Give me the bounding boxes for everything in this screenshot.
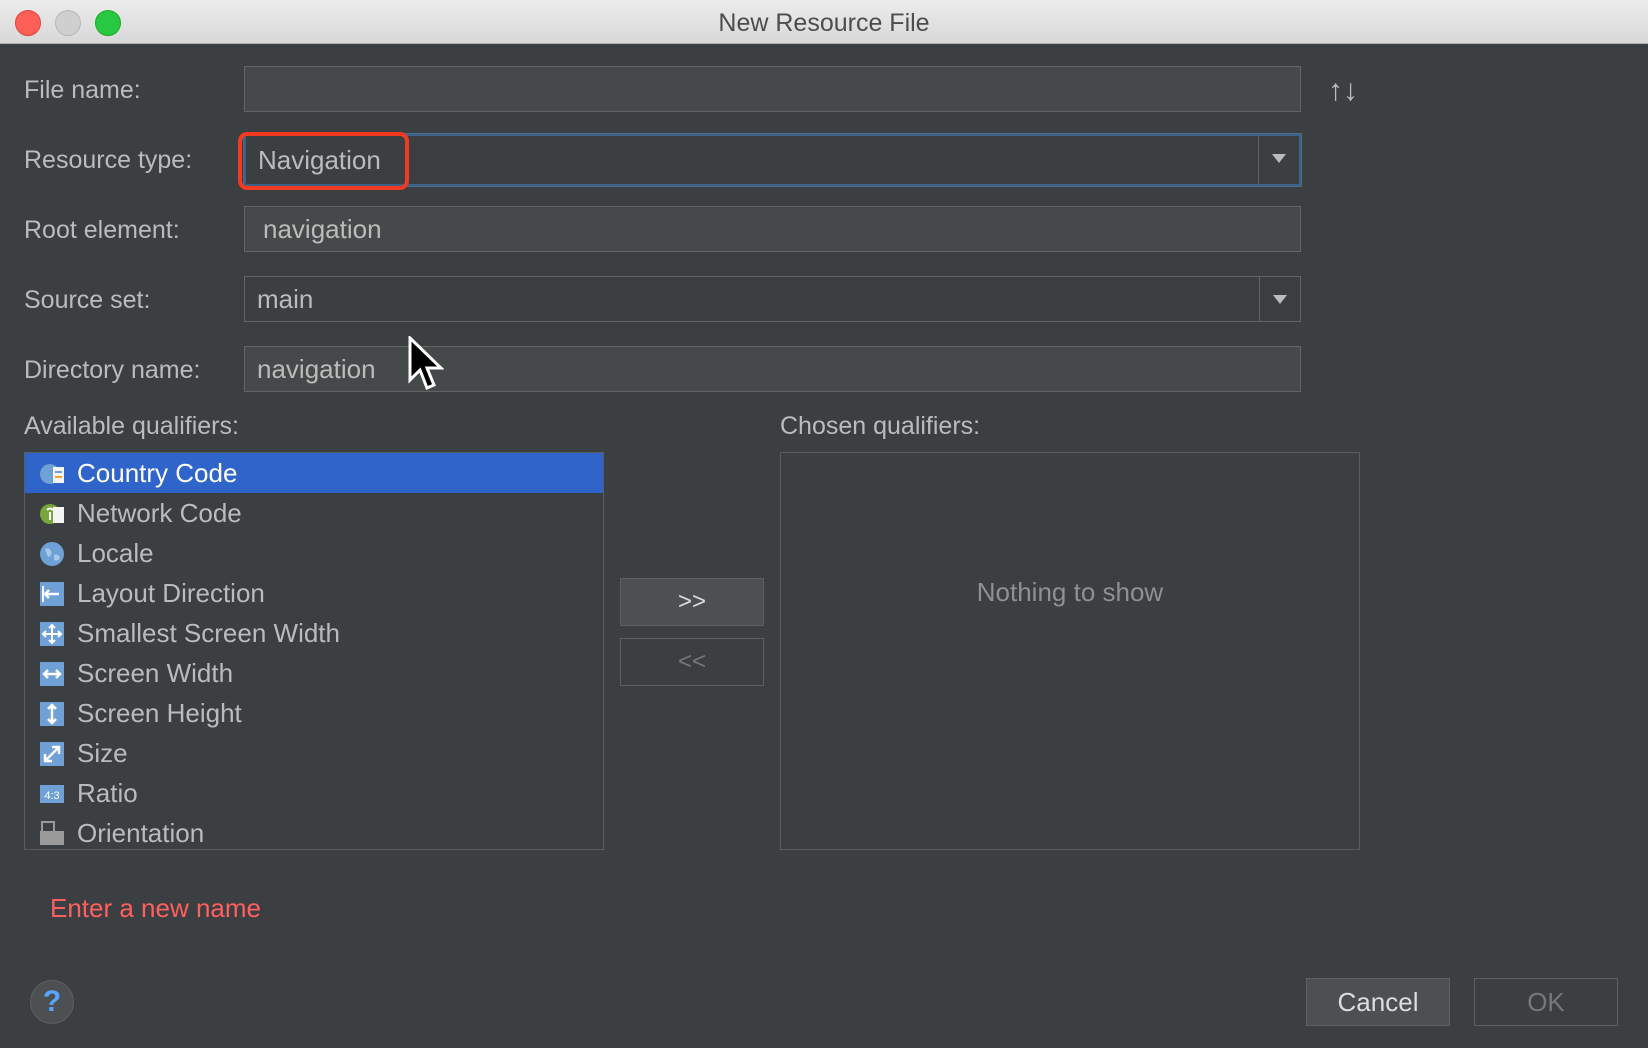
list-item-label: Size xyxy=(77,738,128,768)
list-item-label: Locale xyxy=(77,538,154,568)
list-item-label: Screen Width xyxy=(77,658,234,688)
list-item-layout-direction[interactable]: Layout Direction xyxy=(25,573,603,613)
source-set-value: main xyxy=(257,284,314,314)
country-code-icon xyxy=(40,464,64,484)
list-item-locale[interactable]: Locale xyxy=(25,533,603,573)
chosen-qualifiers-label: Chosen qualifiers: xyxy=(780,412,981,440)
svg-text:4:3: 4:3 xyxy=(44,790,59,802)
ratio-icon: 4:3 xyxy=(40,785,64,803)
list-item-screen-width[interactable]: Screen Width xyxy=(25,653,603,693)
directory-name-input[interactable]: navigation xyxy=(244,346,1301,392)
empty-state-text: Nothing to show xyxy=(976,577,1164,607)
error-message: Enter a new name xyxy=(50,893,262,923)
resource-type-highlight xyxy=(238,132,409,190)
list-item-label: Ratio xyxy=(77,778,138,808)
horizontal-arrows-icon xyxy=(40,662,64,686)
resource-type-label: Resource type: xyxy=(24,146,193,174)
list-item-country-code[interactable]: Country Code xyxy=(25,453,603,493)
root-element-input[interactable]: navigation xyxy=(244,206,1301,252)
list-item-ratio[interactable]: 4:3 Ratio xyxy=(25,773,603,813)
move-icon xyxy=(40,622,64,646)
list-item-network-code[interactable]: Network Code xyxy=(25,493,603,533)
vertical-arrows-icon xyxy=(40,702,64,726)
list-item-label: Network Code xyxy=(77,498,242,528)
globe-icon xyxy=(40,542,64,566)
remove-qualifier-button[interactable]: << xyxy=(620,638,764,686)
list-item-label: Screen Height xyxy=(77,698,242,728)
chevron-down-icon[interactable] xyxy=(1259,277,1300,321)
source-set-select[interactable]: main xyxy=(244,276,1301,322)
cancel-button[interactable]: Cancel xyxy=(1306,978,1450,1026)
network-code-icon xyxy=(40,504,64,524)
ok-button[interactable]: OK xyxy=(1474,978,1618,1026)
available-qualifiers-label: Available qualifiers: xyxy=(24,412,239,440)
orientation-icon xyxy=(40,821,64,845)
directory-name-label: Directory name: xyxy=(24,356,201,384)
diagonal-arrow-icon xyxy=(40,742,64,766)
list-item-screen-height[interactable]: Screen Height xyxy=(25,693,603,733)
list-item-label: Layout Direction xyxy=(77,578,265,608)
available-qualifiers-list[interactable]: Country Code Network Code Locale Layout … xyxy=(24,452,604,850)
list-item-smallest-screen-width[interactable]: Smallest Screen Width xyxy=(25,613,603,653)
list-item-label: Smallest Screen Width xyxy=(77,618,340,648)
list-item-orientation[interactable]: Orientation xyxy=(25,813,603,849)
title-bar: New Resource File xyxy=(0,0,1648,44)
sort-up-down-icon[interactable]: ↑↓ xyxy=(1328,74,1358,108)
list-item-size[interactable]: Size xyxy=(25,733,603,773)
window-title: New Resource File xyxy=(718,9,930,37)
list-item-label: Orientation xyxy=(77,818,205,848)
file-name-input[interactable] xyxy=(244,66,1301,112)
chevron-down-icon[interactable] xyxy=(1258,136,1299,184)
file-name-label: File name: xyxy=(24,76,141,104)
help-button[interactable]: ? xyxy=(30,980,74,1024)
mouse-cursor-icon xyxy=(408,336,444,390)
list-item-label: Country Code xyxy=(77,458,238,488)
source-set-label: Source set: xyxy=(24,286,151,314)
chosen-qualifiers-list[interactable]: Nothing to show xyxy=(780,452,1360,850)
root-element-label: Root element: xyxy=(24,216,180,244)
layout-direction-icon xyxy=(40,582,64,606)
add-qualifier-button[interactable]: >> xyxy=(620,578,764,626)
